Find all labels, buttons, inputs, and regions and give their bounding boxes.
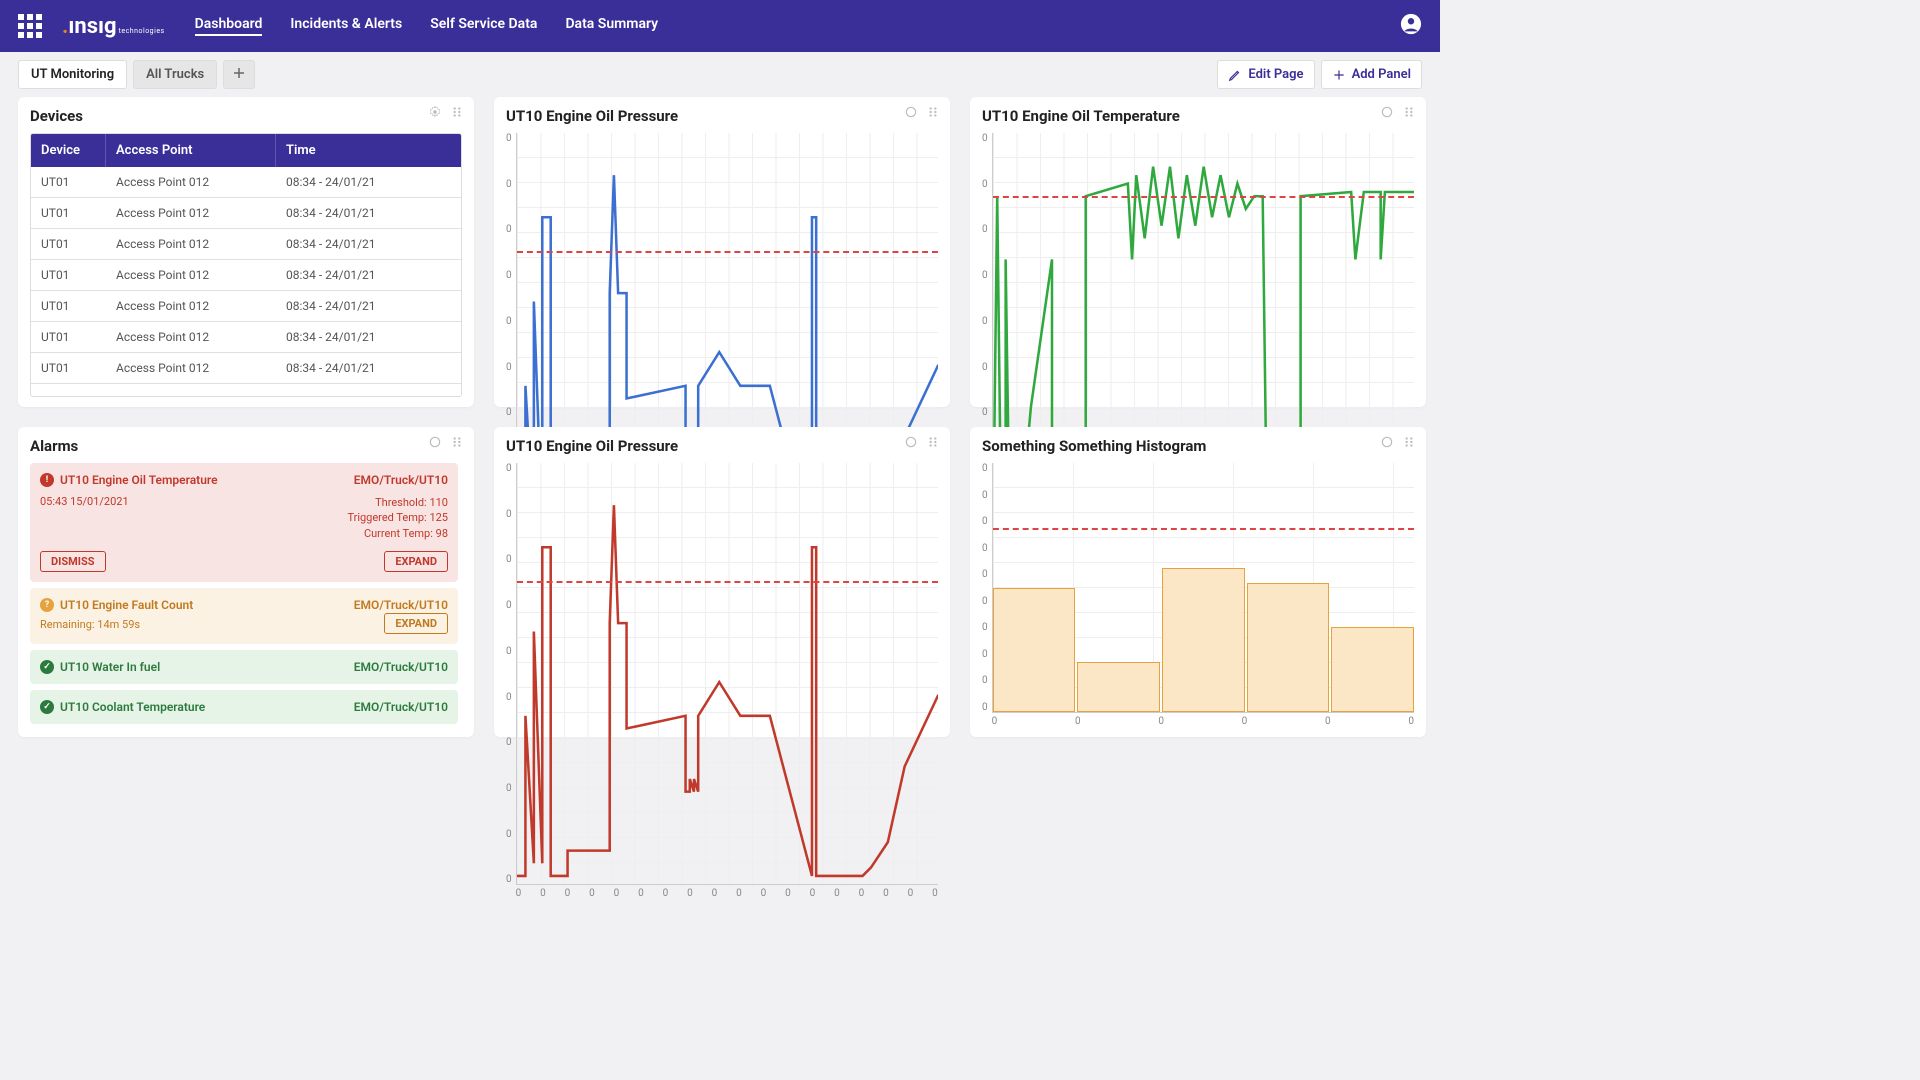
devices-panel: Devices Device Access Point Time UT01Acc… bbox=[18, 97, 474, 407]
alarm-detail: Threshold: 110 bbox=[347, 495, 448, 510]
expand-button[interactable]: EXPAND bbox=[384, 551, 448, 572]
alarm-path: EMO/Truck/UT10 bbox=[354, 473, 448, 487]
col-device: Device bbox=[31, 134, 106, 167]
histo-bar bbox=[993, 588, 1076, 713]
alarm-title: UT10 Engine Fault Count bbox=[60, 598, 193, 612]
alarm-path: EMO/Truck/UT10 bbox=[354, 700, 448, 714]
alarm-title: UT10 Engine Oil Temperature bbox=[60, 473, 218, 487]
chart-oil-temp: UT10 Engine Oil Temperature 0000000000 0… bbox=[970, 97, 1426, 407]
histo-bar bbox=[1247, 583, 1330, 712]
edit-page-label: Edit Page bbox=[1248, 67, 1303, 82]
chart3-title: UT10 Engine Oil Pressure bbox=[506, 437, 938, 455]
alarm-remaining: Remaining: 14m 59s bbox=[40, 618, 140, 631]
gear-icon[interactable] bbox=[428, 105, 442, 119]
alarm-item: ✓ UT10 Water In fuel EMO/Truck/UT10 bbox=[30, 650, 458, 684]
alarms-panel: Alarms ! UT10 Engine Oil Temperature EMO/T… bbox=[18, 427, 474, 737]
alarm-title: UT10 Coolant Temperature bbox=[60, 700, 205, 714]
chart1-title: UT10 Engine Oil Pressure bbox=[506, 107, 938, 125]
devices-header: Device Access Point Time bbox=[31, 134, 461, 167]
alarm-path: EMO/Truck/UT10 bbox=[354, 660, 448, 674]
col-time: Time bbox=[276, 134, 461, 167]
chart-oil-pressure: UT10 Engine Oil Pressure 0000000000 0000… bbox=[494, 97, 950, 407]
table-row[interactable]: UT01Access Point 01208:34 - 24/01/21 bbox=[31, 291, 461, 322]
tab-all-trucks[interactable]: All Trucks bbox=[133, 60, 217, 89]
toolbar: UT Monitoring All Trucks Edit Page Add P… bbox=[0, 52, 1440, 97]
alarm-item: ✓ UT10 Coolant Temperature EMO/Truck/UT10 bbox=[30, 690, 458, 724]
nav-self-service[interactable]: Self Service Data bbox=[430, 16, 537, 36]
histo-bar bbox=[1162, 568, 1245, 712]
nav-incidents[interactable]: Incidents & Alerts bbox=[290, 16, 402, 36]
alarm-time: 05:43 15/01/2021 bbox=[40, 495, 129, 541]
alarms-title: Alarms bbox=[30, 437, 462, 455]
drag-icon[interactable] bbox=[450, 105, 464, 119]
status-icon: ✓ bbox=[40, 700, 54, 714]
drag-icon[interactable] bbox=[926, 105, 940, 119]
dismiss-button[interactable]: DISMISS bbox=[40, 551, 106, 572]
logo-text: ınsıg bbox=[68, 14, 116, 39]
add-panel-label: Add Panel bbox=[1352, 67, 1411, 82]
drag-icon[interactable] bbox=[1402, 435, 1416, 449]
gear-icon[interactable] bbox=[904, 435, 918, 449]
chart2-title: UT10 Engine Oil Temperature bbox=[982, 107, 1414, 125]
table-row[interactable]: UT01Access Point 01208:34 - 24/01/21 bbox=[31, 353, 461, 384]
table-row[interactable]: UT01Access Point 01208:34 - 24/01/21 bbox=[31, 322, 461, 353]
alarm-item: ? UT10 Engine Fault Count EMO/Truck/UT10 Re… bbox=[30, 588, 458, 644]
table-row[interactable]: UT01Access Point 01208:34 - 24/01/21 bbox=[31, 229, 461, 260]
histo-bar bbox=[1331, 627, 1414, 712]
logo-sub: technologies bbox=[119, 27, 165, 35]
logo: .ınsıgtechnologies bbox=[62, 14, 165, 39]
header: .ınsıgtechnologies Dashboard Incidents &… bbox=[0, 0, 1440, 52]
gear-icon[interactable] bbox=[904, 105, 918, 119]
user-icon[interactable] bbox=[1400, 13, 1422, 39]
status-icon: ✓ bbox=[40, 660, 54, 674]
add-panel-button[interactable]: Add Panel bbox=[1321, 60, 1422, 89]
expand-button[interactable]: EXPAND bbox=[384, 613, 448, 634]
drag-icon[interactable] bbox=[1402, 105, 1416, 119]
chart4-title: Something Something Histogram bbox=[982, 437, 1414, 455]
histogram-panel: Something Something Histogram 0000000000… bbox=[970, 427, 1426, 737]
gear-icon[interactable] bbox=[428, 435, 442, 449]
nav-data-summary[interactable]: Data Summary bbox=[565, 16, 658, 36]
chart-oil-pressure-2: UT10 Engine Oil Pressure 0000000000 0000… bbox=[494, 427, 950, 737]
table-row[interactable]: UT01Access Point 01208:34 - 24/01/21 bbox=[31, 198, 461, 229]
drag-icon[interactable] bbox=[450, 435, 464, 449]
edit-page-button[interactable]: Edit Page bbox=[1217, 60, 1314, 89]
plus-icon bbox=[1332, 68, 1346, 82]
col-ap: Access Point bbox=[106, 134, 276, 167]
devices-title: Devices bbox=[30, 107, 462, 125]
alarm-detail: Current Temp: 98 bbox=[347, 526, 448, 541]
alarm-title: UT10 Water In fuel bbox=[60, 660, 160, 674]
tab-add[interactable] bbox=[223, 60, 255, 89]
status-icon: ? bbox=[40, 598, 54, 612]
table-row[interactable]: UT01Access Point 01208:34 - 24/01/21 bbox=[31, 167, 461, 198]
histo-bar bbox=[1077, 662, 1160, 712]
tab-ut-monitoring[interactable]: UT Monitoring bbox=[18, 60, 127, 89]
alarm-item: ! UT10 Engine Oil Temperature EMO/Truck/UT… bbox=[30, 463, 458, 582]
nav: Dashboard Incidents & Alerts Self Servic… bbox=[195, 16, 658, 36]
pencil-icon bbox=[1228, 68, 1242, 82]
gear-icon[interactable] bbox=[1380, 105, 1394, 119]
alarm-detail: Triggered Temp: 125 bbox=[347, 510, 448, 525]
chart3-plot bbox=[516, 463, 938, 885]
table-row[interactable]: UT01Access Point 01208:34 - 24/01/21 bbox=[31, 260, 461, 291]
drag-icon[interactable] bbox=[926, 435, 940, 449]
alarm-path: EMO/Truck/UT10 bbox=[354, 598, 448, 612]
histo-plot bbox=[992, 463, 1414, 713]
nav-dashboard[interactable]: Dashboard bbox=[195, 16, 263, 36]
apps-icon[interactable] bbox=[18, 14, 42, 38]
gear-icon[interactable] bbox=[1380, 435, 1394, 449]
devices-body[interactable]: UT01Access Point 01208:34 - 24/01/21UT01… bbox=[31, 167, 461, 396]
status-icon: ! bbox=[40, 473, 54, 487]
